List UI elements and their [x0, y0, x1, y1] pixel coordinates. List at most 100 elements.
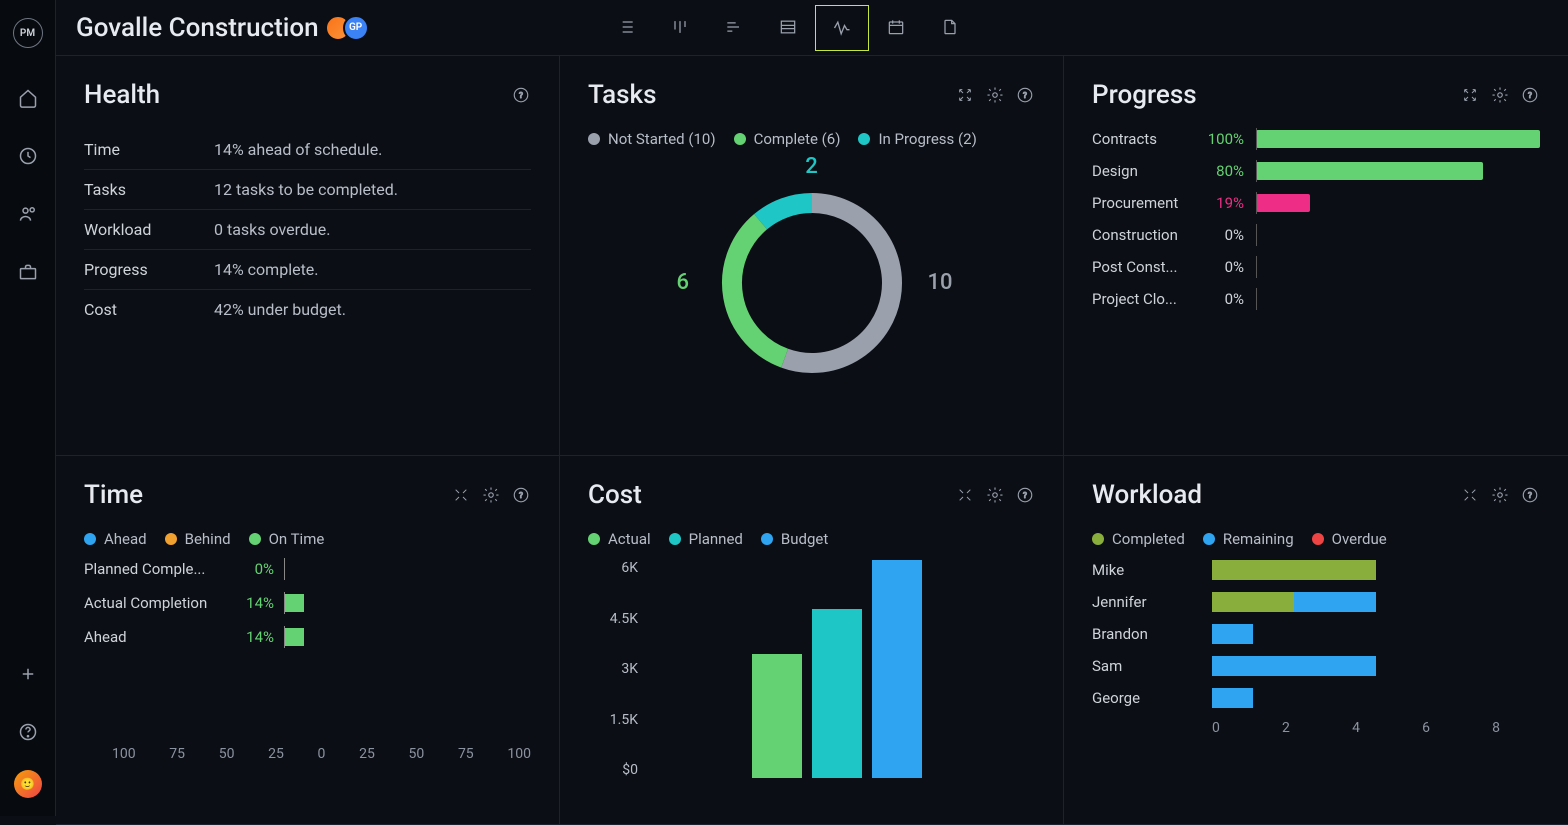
legend-item: Planned [669, 530, 743, 548]
view-gantt-icon[interactable] [707, 0, 761, 56]
health-value: 12 tasks to be completed. [214, 180, 398, 199]
donut-label-notstarted: 10 [927, 270, 952, 295]
axis-tick: 25 [359, 746, 375, 762]
legend-item: Actual [588, 530, 651, 548]
nav-add-icon[interactable] [8, 654, 48, 694]
svg-text:?: ? [1528, 91, 1532, 101]
view-list-icon[interactable] [599, 0, 653, 56]
gear-icon[interactable] [481, 485, 501, 505]
health-value: 14% complete. [214, 260, 319, 279]
axis-tick: 4 [1352, 720, 1360, 736]
gear-icon[interactable] [1490, 85, 1510, 105]
help-icon[interactable]: ? [511, 85, 531, 105]
time-label: Ahead [84, 628, 224, 646]
gear-icon[interactable] [1490, 485, 1510, 505]
progress-bar-track [1256, 194, 1540, 212]
workload-segment [1294, 592, 1376, 612]
view-dashboard-icon[interactable] [815, 5, 869, 51]
topbar: Govalle Construction GP [56, 0, 1568, 56]
nav-help-icon[interactable] [8, 712, 48, 752]
expand-icon[interactable] [1460, 485, 1480, 505]
progress-bar-track [1256, 162, 1540, 180]
axis-tick: 2 [1282, 720, 1290, 736]
legend-item: Not Started (10) [588, 130, 716, 148]
view-calendar-icon[interactable] [869, 0, 923, 56]
help-icon[interactable]: ? [1520, 485, 1540, 505]
logo[interactable]: PM [13, 18, 43, 48]
health-value: 14% ahead of schedule. [214, 140, 382, 159]
legend-item: Behind [165, 530, 231, 548]
health-row: Progress14% complete. [84, 250, 531, 290]
svg-text:?: ? [1023, 91, 1027, 101]
workload-label: George [1092, 689, 1212, 707]
health-label: Progress [84, 260, 214, 279]
view-table-icon[interactable] [761, 0, 815, 56]
legend-item: Completed [1092, 530, 1185, 548]
expand-icon[interactable] [451, 485, 471, 505]
time-bar-track [284, 628, 531, 646]
progress-row: Procurement 19% [1092, 194, 1540, 212]
nav-home-icon[interactable] [8, 78, 48, 118]
progress-label: Construction [1092, 226, 1188, 244]
view-board-icon[interactable] [653, 0, 707, 56]
panel-title: Workload [1092, 480, 1460, 510]
legend-label: Complete (6) [754, 130, 841, 148]
workload-label: Mike [1092, 561, 1212, 579]
cost-bar [812, 609, 862, 778]
workload-bar-track [1212, 656, 1540, 676]
legend-dot-icon [165, 533, 177, 545]
axis-tick: 0 [1212, 720, 1220, 736]
legend-dot-icon [761, 533, 773, 545]
legend-item: Complete (6) [734, 130, 841, 148]
user-avatar[interactable]: 🙂 [14, 770, 42, 798]
expand-icon[interactable] [1460, 85, 1480, 105]
view-file-icon[interactable] [923, 0, 977, 56]
member-avatar[interactable]: GP [343, 15, 369, 41]
workload-bar-track [1212, 592, 1540, 612]
legend-dot-icon [1203, 533, 1215, 545]
legend-label: Behind [185, 530, 231, 548]
nav-clock-icon[interactable] [8, 136, 48, 176]
gear-icon[interactable] [985, 85, 1005, 105]
legend-dot-icon [1092, 533, 1104, 545]
project-members[interactable]: GP [333, 15, 369, 41]
help-icon[interactable]: ? [1015, 485, 1035, 505]
health-row: Workload0 tasks overdue. [84, 210, 531, 250]
legend-dot-icon [858, 133, 870, 145]
health-label: Workload [84, 220, 214, 239]
progress-row: Post Const... 0% [1092, 258, 1540, 276]
progress-label: Contracts [1092, 130, 1188, 148]
panel-tasks: Tasks ? Not Started (10) Complete (6) In P… [560, 56, 1064, 456]
legend-label: In Progress (2) [878, 130, 976, 148]
time-label: Planned Comple... [84, 560, 224, 578]
workload-segment [1212, 560, 1376, 580]
expand-icon[interactable] [955, 485, 975, 505]
help-icon[interactable]: ? [1015, 85, 1035, 105]
legend-label: On Time [269, 530, 325, 548]
progress-percent: 0% [1200, 226, 1244, 244]
nav-people-icon[interactable] [8, 194, 48, 234]
progress-row: Project Clo... 0% [1092, 290, 1540, 308]
progress-row: Design 80% [1092, 162, 1540, 180]
gear-icon[interactable] [985, 485, 1005, 505]
nav-briefcase-icon[interactable] [8, 252, 48, 292]
workload-bar-track [1212, 560, 1540, 580]
workload-segment [1212, 688, 1253, 708]
panel-cost: Cost ? ActualPlannedBudget 6K4.5K3K1.5K$… [560, 456, 1064, 825]
axis-tick: 100 [507, 746, 531, 762]
axis-tick: 50 [409, 746, 425, 762]
time-bar [285, 594, 304, 612]
time-row: Ahead 14% [84, 628, 531, 646]
expand-icon[interactable] [955, 85, 975, 105]
workload-label: Brandon [1092, 625, 1212, 643]
panel-title: Progress [1092, 80, 1460, 110]
help-icon[interactable]: ? [511, 485, 531, 505]
progress-label: Project Clo... [1092, 290, 1188, 308]
cost-bar [752, 654, 802, 778]
panel-title: Tasks [588, 80, 955, 110]
progress-bar [1256, 130, 1540, 148]
axis-tick: 75 [169, 746, 185, 762]
svg-text:?: ? [519, 491, 523, 501]
help-icon[interactable]: ? [1520, 85, 1540, 105]
health-value: 0 tasks overdue. [214, 220, 330, 239]
